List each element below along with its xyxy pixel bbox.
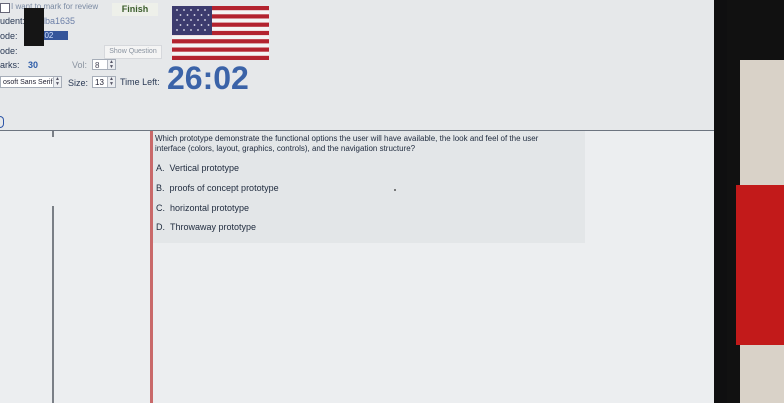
- exam-window: I want to mark for review Finish udent: …: [0, 0, 727, 403]
- monitor-bezel: [714, 0, 728, 403]
- font-select[interactable]: osoft Sans Serif ▲ ▼: [0, 76, 62, 88]
- option-text: Vertical prototype: [169, 163, 240, 173]
- option-letter: B.: [156, 183, 165, 193]
- code-value: 502: [40, 31, 68, 40]
- option-letter: A.: [156, 163, 165, 173]
- exam-header: I want to mark for review Finish udent: …: [0, 0, 714, 130]
- finish-button[interactable]: Finish: [112, 3, 158, 16]
- spinner-icon[interactable]: ▲ ▼: [107, 77, 115, 87]
- answer-option-d[interactable]: D. Throwaway prototype: [156, 222, 256, 232]
- volume-stepper[interactable]: 8 ▲ ▼: [92, 59, 116, 70]
- spinner-icon[interactable]: ▲ ▼: [107, 60, 115, 70]
- size-stepper[interactable]: 13 ▲ ▼: [92, 76, 116, 88]
- option-text: Throwaway prototype: [170, 222, 257, 232]
- marks-value: 30: [28, 60, 39, 70]
- answer-option-a[interactable]: A. Vertical prototype: [156, 163, 239, 173]
- size-value: 13: [95, 78, 104, 87]
- vol-label: Vol:: [72, 60, 88, 70]
- redaction-block: [24, 8, 44, 46]
- volume-value: 8: [95, 61, 100, 70]
- student-label: udent:: [0, 16, 26, 26]
- scroll-indicator: [0, 116, 4, 128]
- font-value: osoft Sans Serif: [3, 79, 53, 86]
- review-checkbox[interactable]: [0, 3, 10, 13]
- show-question-button[interactable]: Show Question: [104, 45, 162, 59]
- answer-option-c[interactable]: C. horizontal prototype: [156, 203, 249, 213]
- option-text: horizontal prototype: [170, 203, 250, 213]
- background-red-object: [736, 185, 784, 345]
- option-text: proofs of concept prototype: [169, 183, 279, 193]
- question-text: Which prototype demonstrate the function…: [155, 134, 539, 153]
- code2-label: ode:: [0, 46, 18, 56]
- countdown-timer: 26:02: [167, 60, 249, 96]
- option-letter: D.: [156, 222, 165, 232]
- spinner-icon[interactable]: ▲ ▼: [53, 77, 61, 87]
- marks-label: arks:: [0, 60, 20, 70]
- us-flag-icon: [172, 6, 269, 60]
- answer-option-b[interactable]: B. proofs of concept prototype: [156, 183, 279, 193]
- size-label: Size:: [68, 78, 89, 88]
- time-left-label: Time Left:: [120, 77, 160, 87]
- student-value: dba1635: [40, 16, 76, 26]
- code-label: ode:: [0, 31, 18, 41]
- navigator-divider: [52, 131, 54, 137]
- option-letter: C.: [156, 203, 165, 213]
- navigator-divider: [52, 206, 54, 403]
- cursor-dot: [394, 189, 396, 191]
